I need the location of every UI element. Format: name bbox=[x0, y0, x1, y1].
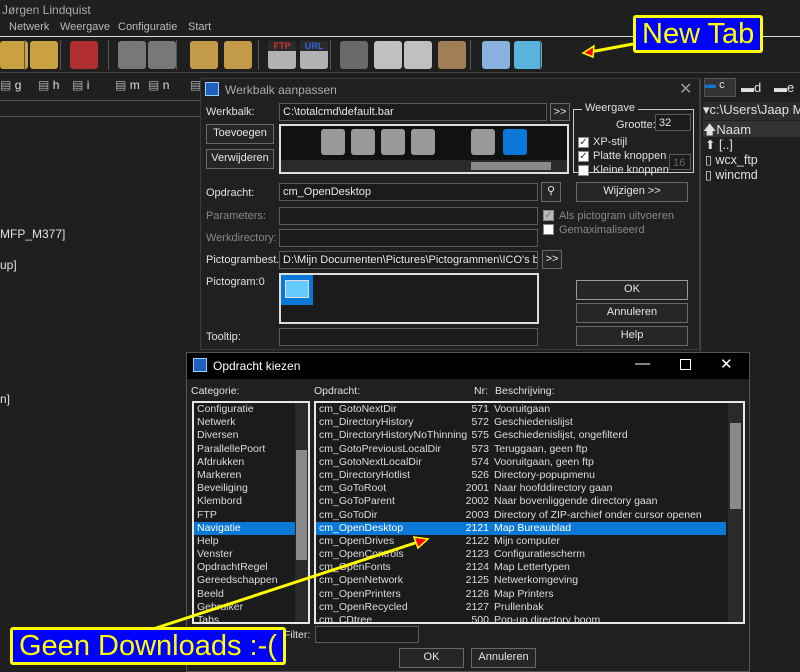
new-tab-arrow bbox=[589, 42, 634, 54]
annotation-new-tab: New Tab bbox=[633, 15, 764, 53]
downloads-arrow bbox=[149, 540, 419, 632]
arrow-head bbox=[412, 536, 430, 550]
annotation-no-downloads: Geen Downloads :-( bbox=[10, 627, 286, 665]
url-label: URL bbox=[300, 41, 328, 51]
annotation-arrows bbox=[149, 42, 634, 632]
arrow-head bbox=[581, 44, 595, 59]
ftp-label: FTP bbox=[268, 41, 296, 51]
